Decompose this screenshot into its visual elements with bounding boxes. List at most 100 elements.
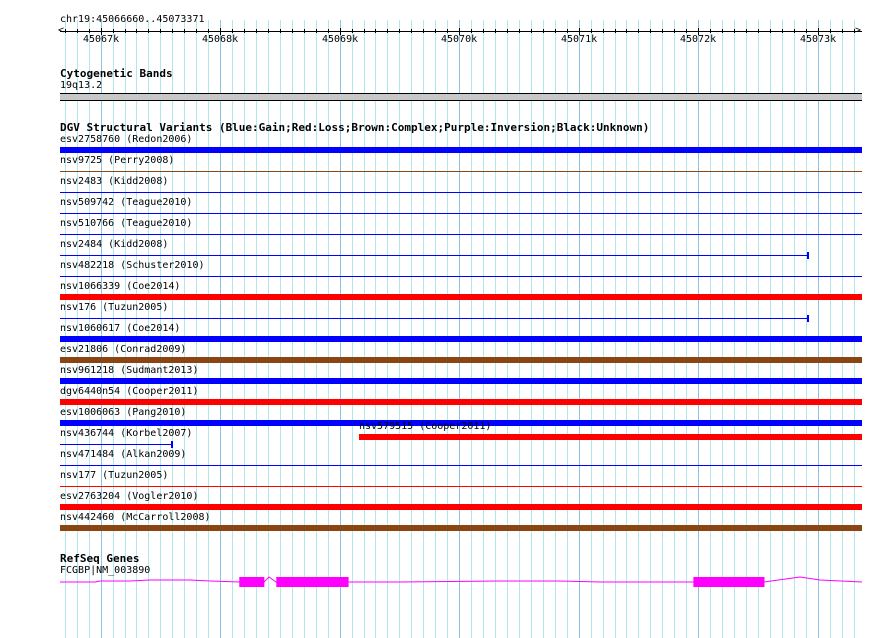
grid-line (794, 20, 795, 638)
grid-line (387, 20, 388, 638)
variant-label[interactable]: nsv176 (Tuzun2005) (60, 302, 168, 313)
variant-nsv509742[interactable] (60, 213, 862, 214)
variant-nsv579515[interactable] (359, 434, 862, 440)
variant-dgv6440n54[interactable] (60, 399, 862, 405)
gene-model-FCGBP[interactable] (0, 570, 890, 590)
variant-nsv510766[interactable] (60, 234, 862, 235)
variant-label[interactable]: nsv2484 (Kidd2008) (60, 239, 168, 250)
variant-label[interactable]: nsv9725 (Perry2008) (60, 155, 174, 166)
gene-exon[interactable] (239, 577, 265, 587)
ruler-tick (483, 29, 484, 33)
ruler-tick (603, 29, 604, 33)
grid-line (842, 20, 843, 638)
ruler-tick (782, 29, 783, 33)
ruler-tick (304, 29, 305, 33)
refseq-title: RefSeq Genes (60, 552, 140, 565)
variant-label[interactable]: nsv482218 (Schuster2010) (60, 260, 205, 271)
variant-nsv961218[interactable] (60, 378, 862, 384)
variant-nsv2484[interactable] (60, 255, 808, 256)
variant-nsv2483[interactable] (60, 192, 862, 193)
grid-line (555, 20, 556, 638)
variant-label[interactable]: esv1006063 (Pang2010) (60, 407, 186, 418)
grid-line (232, 20, 233, 638)
grid-line (531, 20, 532, 638)
scroll-right-arrow-icon[interactable]: > (855, 25, 861, 36)
variant-nsv177[interactable] (60, 486, 862, 487)
grid-line (591, 20, 592, 638)
ruler-tick (591, 29, 592, 33)
ruler-tick (89, 29, 90, 33)
variant-nsv442460[interactable] (60, 525, 862, 531)
ruler-tick (447, 29, 448, 33)
ruler-tick (662, 29, 663, 33)
grid-line (375, 20, 376, 638)
cytoband-label: 19q13.2 (60, 80, 103, 91)
variant-esv2763204[interactable] (60, 504, 862, 510)
scroll-left-arrow-icon[interactable]: < (58, 25, 64, 36)
variant-nsv471484[interactable] (60, 465, 862, 466)
variant-label[interactable]: nsv2483 (Kidd2008) (60, 176, 168, 187)
ruler-tick (531, 29, 532, 33)
variant-label[interactable]: nsv442460 (McCarroll2008) (60, 512, 211, 523)
ruler-tick (638, 29, 639, 33)
ruler-tick (280, 29, 281, 33)
ruler-tick (316, 29, 317, 33)
variant-label[interactable]: nsv1060617 (Coe2014) (60, 323, 180, 334)
cytoband-19q13.2[interactable] (60, 93, 862, 101)
ruler-tick (136, 29, 137, 33)
variant-label[interactable]: nsv509742 (Teague2010) (60, 197, 192, 208)
ruler-tick (746, 29, 747, 33)
ruler-tick (471, 29, 472, 33)
grid-line (674, 20, 675, 638)
grid-line (352, 20, 353, 638)
variant-label[interactable]: esv2758760 (Redon2006) (60, 134, 192, 145)
ruler-tick (268, 29, 269, 33)
ruler-tick (411, 29, 412, 33)
ruler-tick (352, 29, 353, 33)
variant-nsv482218[interactable] (60, 276, 862, 277)
variant-label[interactable]: esv2763204 (Vogler2010) (60, 491, 198, 502)
grid-line (196, 20, 197, 638)
grid-line (447, 20, 448, 638)
variant-nsv436744[interactable] (60, 444, 172, 445)
variant-label[interactable]: nsv1066339 (Coe2014) (60, 281, 180, 292)
variant-nsv176[interactable] (60, 318, 808, 319)
grid-line (770, 20, 771, 638)
gene-exon[interactable] (693, 577, 765, 587)
ruler-tick (770, 29, 771, 33)
variant-label[interactable]: nsv436744 (Korbel2007) (60, 428, 192, 439)
ruler-tick-label: 45072k (680, 34, 717, 45)
gene-exon[interactable] (276, 577, 349, 587)
grid-line (292, 20, 293, 638)
ruler-tick (567, 29, 568, 33)
grid-line (423, 20, 424, 638)
grid-line (543, 20, 544, 638)
variant-label[interactable]: nsv961218 (Sudmant2013) (60, 365, 198, 376)
grid-line (459, 20, 460, 638)
variant-nsv1066339[interactable] (60, 294, 862, 300)
grid-line (603, 20, 604, 638)
grid-line (758, 20, 759, 638)
grid-line (495, 20, 496, 638)
ruler-tick (686, 29, 687, 33)
variant-label[interactable]: nsv177 (Tuzun2005) (60, 470, 168, 481)
variant-label[interactable]: dgv6440n54 (Cooper2011) (60, 386, 198, 397)
ruler-tick (148, 29, 149, 33)
variant-label[interactable]: nsv510766 (Teague2010) (60, 218, 192, 229)
ruler-tick (328, 29, 329, 33)
variant-label[interactable]: esv21806 (Conrad2009) (60, 344, 186, 355)
grid-line (806, 20, 807, 638)
grid-line (483, 20, 484, 638)
variant-label[interactable]: nsv579515 (Cooper2011) (359, 421, 491, 432)
variant-esv21806[interactable] (60, 357, 862, 363)
dgv-title: DGV Structural Variants (Blue:Gain;Red:L… (60, 121, 650, 134)
grid-line (244, 20, 245, 638)
grid-line (818, 20, 819, 638)
variant-nsv1060617[interactable] (60, 336, 862, 342)
ruler-tick (364, 29, 365, 33)
variant-nsv9725[interactable] (60, 171, 862, 172)
variant-esv2758760[interactable] (60, 147, 862, 153)
variant-label[interactable]: nsv471484 (Alkan2009) (60, 449, 186, 460)
ruler-tick (125, 29, 126, 33)
grid-line (220, 20, 221, 638)
